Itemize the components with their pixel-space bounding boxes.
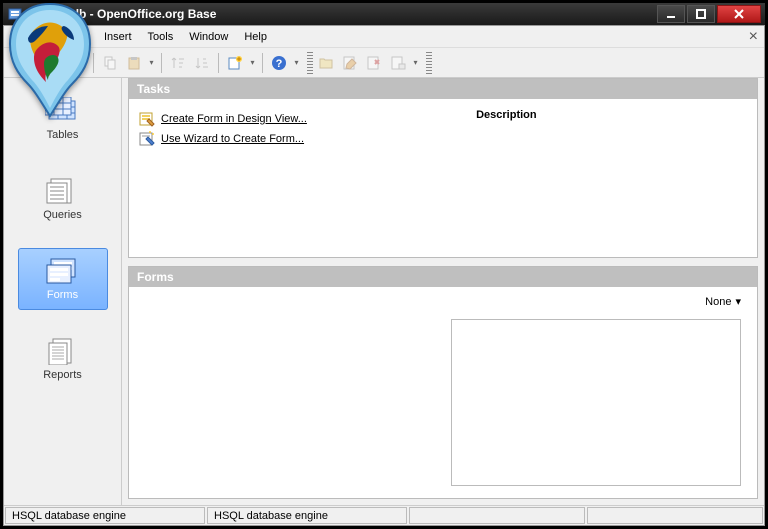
maximize-button[interactable]: [687, 5, 715, 23]
minimize-button[interactable]: [657, 5, 685, 23]
sidebar-label-reports: Reports: [43, 369, 82, 381]
open-button: [315, 52, 337, 74]
sidebar-item-tables[interactable]: Tables: [18, 88, 108, 150]
sort-desc-button: [191, 52, 213, 74]
menu-help[interactable]: Help: [236, 29, 275, 45]
doc-close-icon[interactable]: ×: [749, 28, 758, 46]
preview-mode-value: None: [705, 296, 731, 308]
menubar: Insert Tools Window Help ×: [4, 26, 764, 48]
sidebar-label-tables: Tables: [47, 129, 79, 141]
task-label: Create Form in Design View...: [161, 113, 307, 125]
rename-button: [387, 52, 409, 74]
new-form-button[interactable]: [224, 52, 246, 74]
status-engine-left: HSQL database engine: [5, 507, 205, 524]
content-area: Tasks Create Form in Design View... Use …: [122, 78, 764, 505]
delete-button: [363, 52, 385, 74]
forms-icon: [45, 257, 81, 285]
status-empty-2: [587, 507, 763, 524]
window-controls: [657, 5, 761, 23]
menu-insert[interactable]: Insert: [96, 29, 140, 45]
status-empty-1: [409, 507, 585, 524]
tables-icon: [45, 97, 81, 125]
forms-body: None ▾: [129, 287, 757, 498]
help-dropdown[interactable]: [292, 52, 301, 74]
tasks-header: Tasks: [129, 79, 757, 99]
menu-window[interactable]: Window: [181, 29, 236, 45]
statusbar: HSQL database engine HSQL database engin…: [4, 505, 764, 525]
edit-button: [339, 52, 361, 74]
description-pane: Description: [476, 109, 747, 247]
form-wizard-icon: [139, 131, 155, 147]
sidebar-item-forms[interactable]: Forms: [18, 248, 108, 310]
form-design-icon: [139, 111, 155, 127]
help-button[interactable]: ?: [268, 52, 290, 74]
sidebar-item-queries[interactable]: Queries: [18, 168, 108, 230]
sidebar-item-reports[interactable]: Reports: [18, 328, 108, 390]
paste-button: [123, 52, 145, 74]
forms-panel: Forms None ▾: [128, 266, 758, 499]
task-label: Use Wizard to Create Form...: [161, 133, 304, 145]
description-title: Description: [476, 109, 747, 121]
forms-header: Forms: [129, 267, 757, 287]
toolbar: ?: [4, 48, 764, 78]
main-area: Tables Queries Forms Reports Tasks: [4, 78, 764, 505]
toolbar-grip-2[interactable]: [426, 52, 432, 74]
menu-tools[interactable]: Tools: [140, 29, 182, 45]
preview-mode-dropdown[interactable]: None ▾: [705, 295, 741, 308]
new-form-dropdown[interactable]: [248, 52, 257, 74]
titlebar[interactable]: base4.odb - OpenOffice.org Base: [3, 3, 765, 25]
queries-icon: [45, 177, 81, 205]
tasks-list: Create Form in Design View... Use Wizard…: [139, 109, 464, 247]
sidebar: Tables Queries Forms Reports: [4, 78, 122, 505]
sort-asc-button: [167, 52, 189, 74]
sidebar-label-forms: Forms: [47, 289, 78, 301]
toolbar-end-dropdown[interactable]: [411, 52, 420, 74]
sidebar-label-queries: Queries: [43, 209, 82, 221]
window-title: base4.odb - OpenOffice.org Base: [27, 7, 657, 21]
task-use-wizard[interactable]: Use Wizard to Create Form...: [139, 129, 464, 149]
tasks-panel: Tasks Create Form in Design View... Use …: [128, 78, 758, 258]
close-button[interactable]: [717, 5, 761, 23]
copy-button: [99, 52, 121, 74]
task-create-design-view[interactable]: Create Form in Design View...: [139, 109, 464, 129]
svg-text:?: ?: [276, 58, 283, 70]
status-engine-right: HSQL database engine: [207, 507, 407, 524]
paste-dropdown[interactable]: [147, 52, 156, 74]
reports-icon: [45, 337, 81, 365]
window-inner: Insert Tools Window Help × ?: [3, 25, 765, 526]
preview-box: [451, 319, 741, 486]
toolbar-grip[interactable]: [307, 52, 313, 74]
chevron-down-icon: ▾: [735, 295, 741, 308]
app-window: base4.odb - OpenOffice.org Base Insert T…: [0, 0, 768, 529]
app-icon: [7, 6, 23, 22]
